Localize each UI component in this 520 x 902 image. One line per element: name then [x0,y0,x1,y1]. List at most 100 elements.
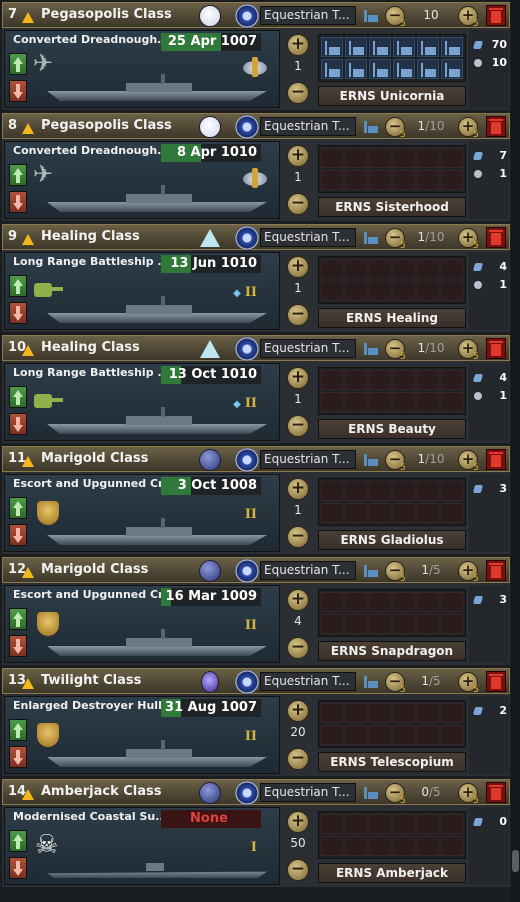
delete-icon[interactable] [486,5,506,26]
owner-dropdown[interactable]: Equestrian T... [260,672,356,691]
owner-dropdown[interactable]: Equestrian T... [260,228,356,247]
tier-label: II [245,618,257,633]
ship-name-field[interactable]: ERNS Healing [318,308,466,328]
owner-dropdown[interactable]: Equestrian T... [260,117,356,136]
owner-dropdown[interactable]: Equestrian T... [260,561,356,580]
delete-icon[interactable] [486,116,506,137]
entry-body: Long Range Battleship ... 13 Jun 1010 ◆ II +… [2,250,510,332]
runs-total: /10 [425,341,445,355]
add-ship-button[interactable]: + [287,34,309,56]
queue-entry[interactable]: 8 Pegasopolis Class Equestrian T... −5 1/10 +… [2,113,510,221]
remove-ship-button[interactable]: − [287,637,309,659]
compass-icon[interactable] [235,559,259,583]
move-up-icon[interactable] [9,608,27,630]
remove-ship-button[interactable]: − [287,859,309,881]
ship-variant-card[interactable]: Converted Dreadnough... 25 Apr 1007 [4,30,280,108]
warning-icon[interactable] [22,789,34,800]
compass-icon[interactable] [235,670,259,694]
queue-entry[interactable]: 14 Amberjack Class Equestrian T... −5 0/5 +5 M… [2,779,510,887]
delete-icon[interactable] [486,338,506,359]
move-up-icon[interactable] [9,53,27,75]
warning-icon[interactable] [22,345,34,356]
scrollbar[interactable] [511,0,520,902]
remove-ship-button[interactable]: − [287,304,309,326]
owner-dropdown[interactable]: Equestrian T... [260,6,356,25]
add-ship-button[interactable]: + [287,589,309,611]
move-down-icon[interactable] [9,635,27,657]
queue-entry[interactable]: 13 Twilight Class Equestrian T... −5 1/5 +5 En… [2,668,510,776]
delete-icon[interactable] [486,227,506,248]
dockyard-icon [363,232,379,245]
move-up-icon[interactable] [9,830,27,852]
queue-entry[interactable]: 10 Healing Class Equestrian T... −5 1/10 +5 Lo… [2,335,510,443]
remove-ship-button[interactable]: − [287,82,309,104]
ship-name-field[interactable]: ERNS Unicornia [318,86,466,106]
compass-icon[interactable] [235,337,259,361]
owner-dropdown[interactable]: Equestrian T... [260,339,356,358]
delete-icon[interactable] [486,560,506,581]
move-down-icon[interactable] [9,746,27,768]
compass-icon[interactable] [235,448,259,472]
warning-icon[interactable] [22,12,34,23]
runs-value: 1 [417,341,426,355]
ship-name-field[interactable]: ERNS Sisterhood [318,197,466,217]
warning-icon[interactable] [22,123,34,134]
compass-icon[interactable] [235,226,259,250]
compass-icon[interactable] [235,781,259,805]
queue-entry[interactable]: 7 Pegasopolis Class Equestrian T... −5 10 +5 C… [2,2,510,110]
remove-ship-button[interactable]: − [287,415,309,437]
warning-icon[interactable] [22,456,34,467]
add-ship-button[interactable]: + [287,700,309,722]
add-ship-button[interactable]: + [287,367,309,389]
ship-variant-card[interactable]: Enlarged Destroyer Hull 31 Aug 1007 II [4,696,280,774]
ship-name-field[interactable]: ERNS Gladiolus [318,530,466,550]
warning-icon[interactable] [22,567,34,578]
owner-dropdown[interactable]: Equestrian T... [260,783,356,802]
add-ship-button[interactable]: + [287,145,309,167]
move-down-icon[interactable] [9,191,27,213]
warning-icon[interactable] [22,678,34,689]
ship-name-field[interactable]: ERNS Beauty [318,419,466,439]
move-down-icon[interactable] [9,524,27,546]
remove-ship-button[interactable]: − [287,193,309,215]
move-down-icon[interactable] [9,857,27,879]
move-up-icon[interactable] [9,275,27,297]
runs-counter: 1/10 [406,230,456,244]
move-up-icon[interactable] [9,719,27,741]
move-up-icon[interactable] [9,386,27,408]
ship-variant-card[interactable]: Long Range Battleship ... 13 Jun 1010 ◆ II [4,252,280,330]
queue-index: 9 [8,229,18,244]
add-ship-button[interactable]: + [287,256,309,278]
compass-icon[interactable] [235,4,259,28]
delete-icon[interactable] [486,671,506,692]
compass-icon[interactable] [235,115,259,139]
dockyard-slot [441,392,463,412]
add-ship-button[interactable]: + [287,478,309,500]
delete-icon[interactable] [486,449,506,470]
ship-variant-card[interactable]: Modernised Coastal Su...None I [4,807,280,885]
delete-icon[interactable] [486,782,506,803]
ship-variant-card[interactable]: Long Range Battleship ... 13 Oct 1010 ◆ II [4,363,280,441]
queue-entry[interactable]: 12 Marigold Class Equestrian T... −5 1/5 +5 Es… [2,557,510,665]
move-down-icon[interactable] [9,302,27,324]
ship-name-field[interactable]: ERNS Snapdragon [318,641,466,661]
ship-variant-card[interactable]: Converted Dreadnough... 8 Apr 1010 [4,141,280,219]
dockyard-icon [363,676,379,689]
move-up-icon[interactable] [9,164,27,186]
warning-icon[interactable] [22,234,34,245]
dockyard-slot [441,725,463,745]
move-down-icon[interactable] [9,413,27,435]
ship-name-field[interactable]: ERNS Amberjack [318,863,466,883]
add-ship-button[interactable]: + [287,811,309,833]
ship-name-field[interactable]: ERNS Telescopium [318,752,466,772]
queue-entry[interactable]: 11 Marigold Class Equestrian T... −5 1/10 +5 E… [2,446,510,554]
remove-ship-button[interactable]: − [287,748,309,770]
ship-variant-card[interactable]: Escort and Upgunned Cr... 16 Mar 1009 II [4,585,280,663]
move-down-icon[interactable] [9,80,27,102]
scrollbar-thumb[interactable] [512,850,519,872]
owner-dropdown[interactable]: Equestrian T... [260,450,356,469]
queue-entry[interactable]: 9 Healing Class Equestrian T... −5 1/10 +5 Lon… [2,224,510,332]
ship-variant-card[interactable]: Escort and Upgunned Cr... 3 Oct 1008 II [4,474,280,552]
remove-ship-button[interactable]: − [287,526,309,548]
move-up-icon[interactable] [9,497,27,519]
